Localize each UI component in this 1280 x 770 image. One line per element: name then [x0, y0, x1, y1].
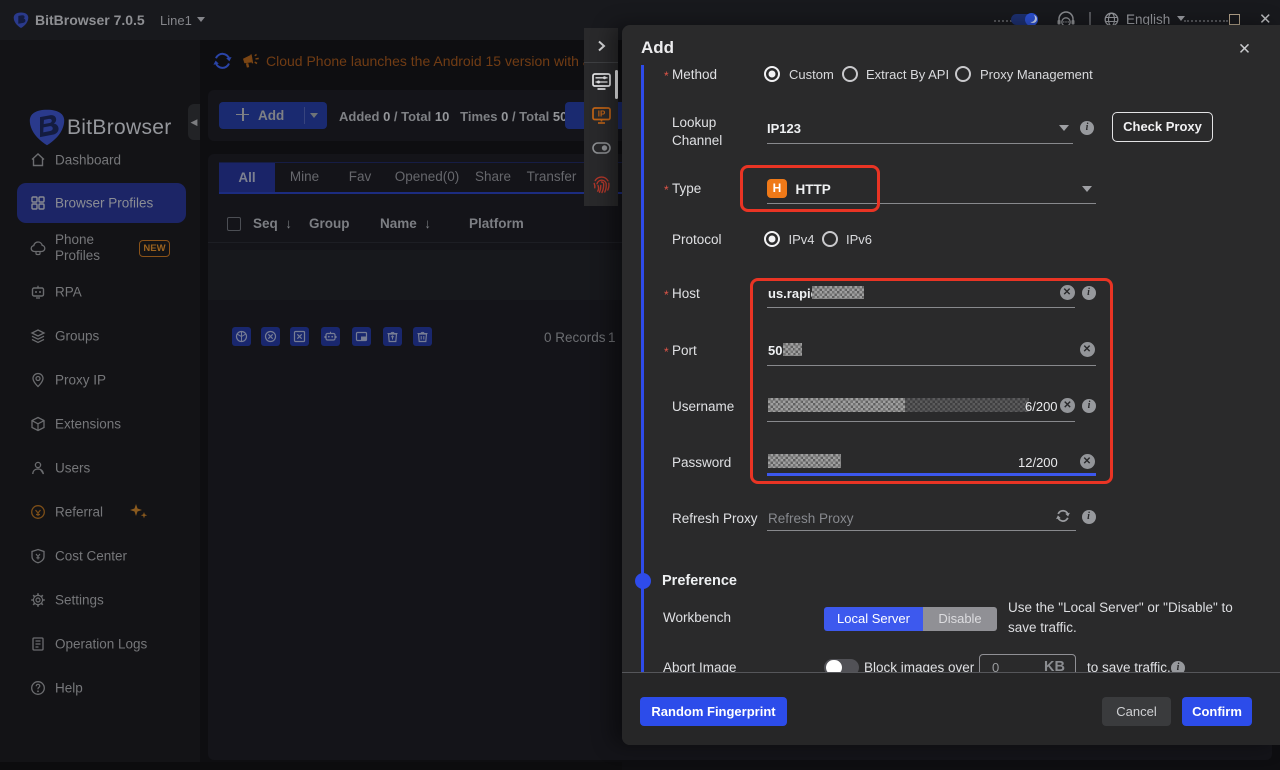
svg-text:IP: IP — [598, 110, 606, 119]
